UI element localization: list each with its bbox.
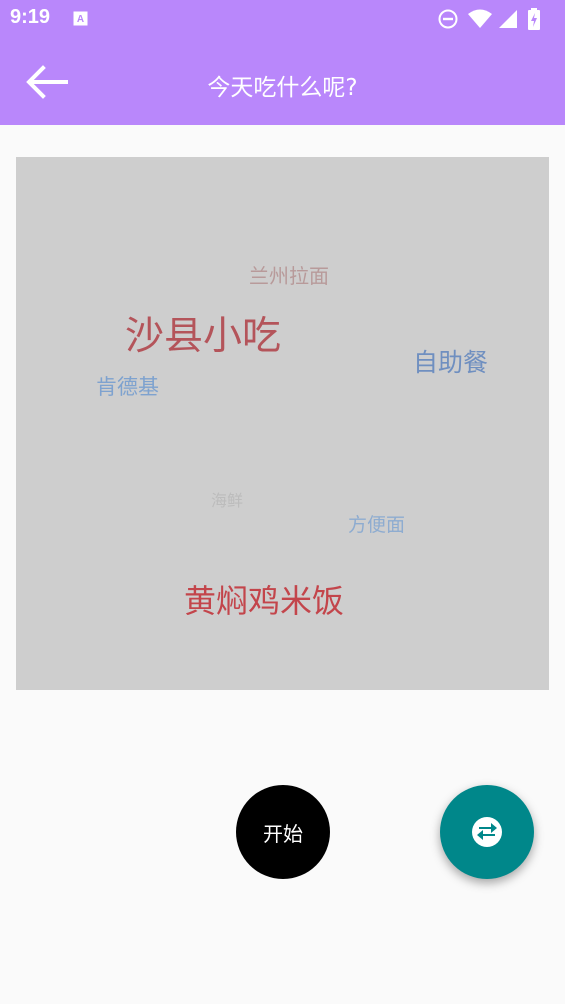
keyboard-a-icon: A (73, 11, 88, 26)
cloud-word: 黄焖鸡米饭 (184, 582, 345, 620)
page-title: 今天吃什么呢? (207, 75, 358, 101)
svg-text:A: A (77, 14, 84, 25)
cloud-word: 自助餐 (413, 348, 489, 377)
swap-icon (472, 817, 502, 847)
cloud-word: 海鲜 (211, 491, 244, 510)
cloud-word: 肯德基 (96, 375, 159, 399)
cloud-word: 兰州拉面 (249, 264, 329, 288)
start-button[interactable]: 开始 (236, 785, 330, 879)
cell-signal-icon (499, 10, 517, 28)
status-time: 9:19 (10, 6, 51, 28)
do-not-disturb-icon (438, 9, 458, 29)
app-bar: 今天吃什么呢? (0, 38, 565, 125)
word-cloud: 兰州拉面 沙县小吃 自助餐 肯德基 海鲜 方便面 黄焖鸡米饭 (16, 157, 549, 690)
swap-fab-button[interactable] (440, 785, 534, 879)
wifi-icon (468, 9, 492, 28)
cloud-word: 沙县小吃 (125, 314, 282, 359)
status-bar: 9:19 A (0, 0, 565, 38)
status-icons (437, 8, 557, 30)
cloud-word: 方便面 (348, 514, 406, 536)
battery-charging-icon (528, 8, 540, 30)
